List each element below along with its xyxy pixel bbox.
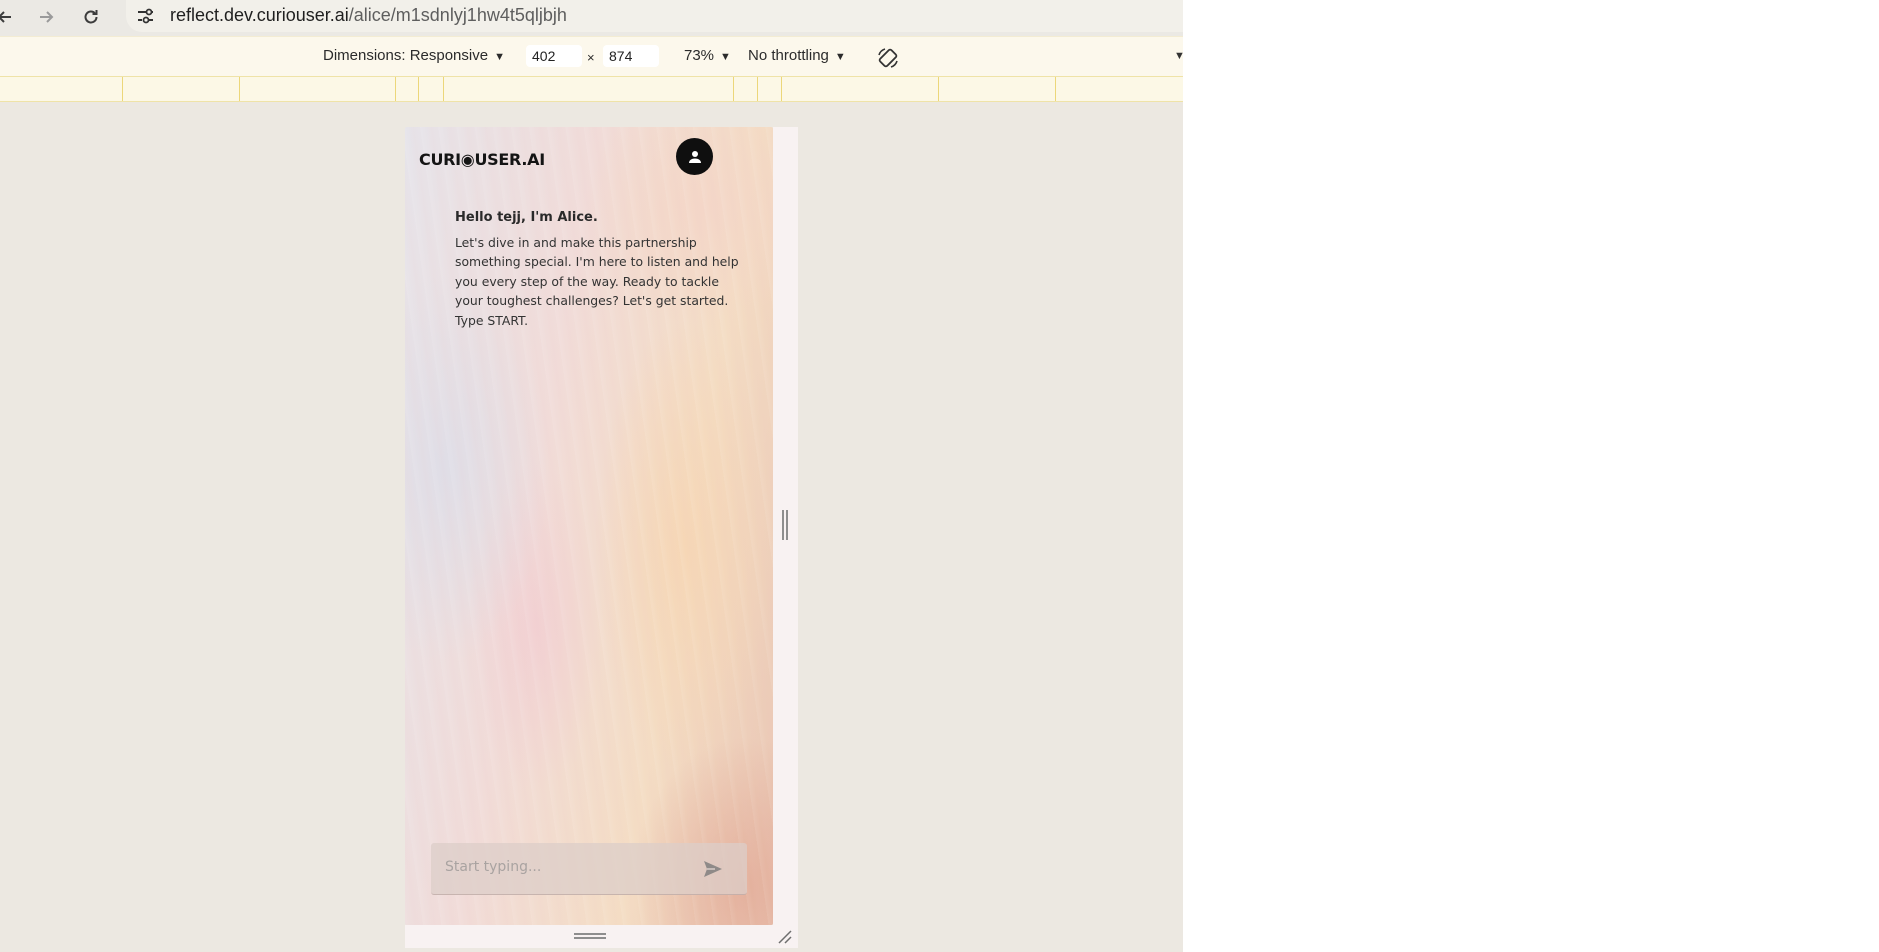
omnibox[interactable]: reflect.dev.curiouser.ai/alice/m1sdnlyj1… xyxy=(126,0,1183,32)
message-body: Let's dive in and make this partnership … xyxy=(455,235,739,328)
more-options-caret-icon[interactable]: ▼ xyxy=(1174,50,1183,62)
rotate-device-icon[interactable] xyxy=(876,46,900,70)
blank-area xyxy=(1183,0,1879,952)
app-logo[interactable]: CURI◉USER.AI xyxy=(419,150,545,169)
media-query-marker[interactable] xyxy=(1055,77,1056,101)
message-greeting: Hello tejj, I'm Alice. xyxy=(455,210,598,225)
caret-down-icon: ▼ xyxy=(494,51,505,63)
site-info-button[interactable] xyxy=(134,5,156,27)
height-resize-handle[interactable] xyxy=(574,933,606,939)
device-toolbar: Dimensions: Responsive ▼ 402 × 874 73% ▼ N… xyxy=(0,36,1183,77)
throttling-dropdown[interactable]: No throttling ▼ xyxy=(748,47,846,64)
dimensions-label: Dimensions: Responsive xyxy=(323,47,489,64)
media-query-marker[interactable] xyxy=(781,77,782,101)
reload-button[interactable] xyxy=(78,4,104,30)
media-query-ruler xyxy=(0,76,1183,102)
user-icon xyxy=(688,150,701,163)
arrow-right-icon xyxy=(40,11,54,23)
corner-resize-handle[interactable] xyxy=(776,928,792,944)
times-sign: × xyxy=(587,50,595,65)
throttling-label: No throttling xyxy=(748,47,829,64)
chat-input-placeholder[interactable]: Start typing... xyxy=(445,859,541,875)
tune-icon xyxy=(138,8,153,24)
assistant-message: Hello tejj, I'm Alice. Let's dive in and… xyxy=(455,210,745,330)
media-query-marker[interactable] xyxy=(757,77,758,101)
address-bar: reflect.dev.curiouser.ai/alice/m1sdnlyj1… xyxy=(0,0,1183,36)
zoom-label: 73% xyxy=(684,47,715,64)
media-query-marker[interactable] xyxy=(938,77,939,101)
width-input[interactable]: 402 xyxy=(526,45,582,67)
height-input[interactable]: 874 xyxy=(603,45,659,67)
reload-icon xyxy=(84,10,98,24)
forward-button[interactable] xyxy=(33,4,59,30)
caret-down-icon: ▼ xyxy=(834,51,846,63)
media-query-marker[interactable] xyxy=(733,77,734,101)
profile-button[interactable] xyxy=(676,138,713,175)
send-icon[interactable] xyxy=(701,857,725,881)
media-query-marker[interactable] xyxy=(395,77,396,101)
url-host: reflect.dev.curiouser.ai xyxy=(170,5,349,25)
chat-input-box[interactable]: Start typing... xyxy=(431,843,747,895)
dimensions-dropdown[interactable]: Dimensions: Responsive ▼ xyxy=(323,47,505,64)
media-query-marker[interactable] xyxy=(239,77,240,101)
media-query-marker[interactable] xyxy=(443,77,444,101)
url-text[interactable]: reflect.dev.curiouser.ai/alice/m1sdnlyj1… xyxy=(170,5,567,26)
media-query-marker[interactable] xyxy=(418,77,419,101)
caret-down-icon: ▼ xyxy=(720,51,731,63)
arrow-left-icon xyxy=(0,11,11,23)
width-resize-handle[interactable] xyxy=(782,510,788,540)
back-button[interactable] xyxy=(0,4,18,30)
device-viewport: CURI◉USER.AI Hello tejj, I'm Alice. Let'… xyxy=(405,127,773,925)
url-path: /alice/m1sdnlyj1hw4t5qljbjh xyxy=(348,5,567,25)
media-query-marker[interactable] xyxy=(122,77,123,101)
zoom-dropdown[interactable]: 73% ▼ xyxy=(684,47,731,64)
browser-window: reflect.dev.curiouser.ai/alice/m1sdnlyj1… xyxy=(0,0,1183,952)
